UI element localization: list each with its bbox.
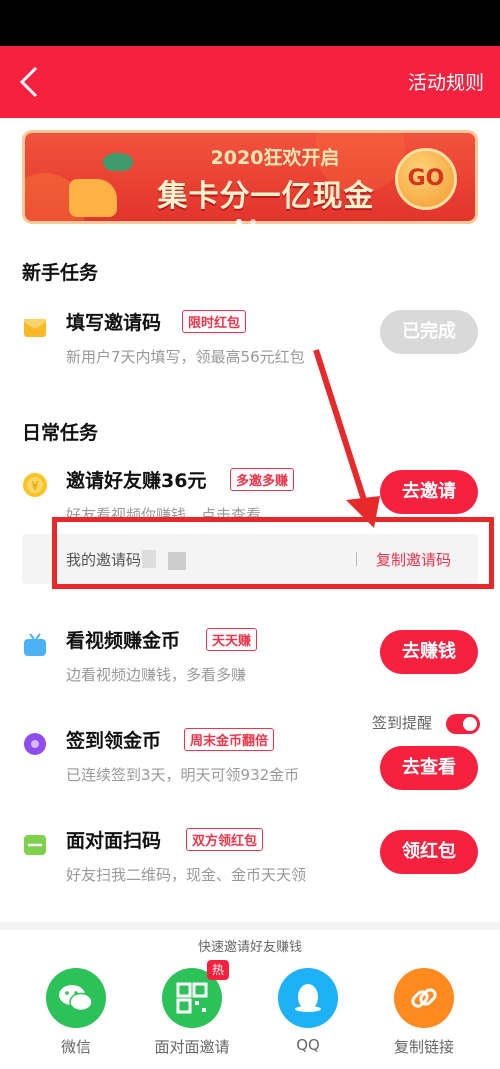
task-title: 面对面扫码 [66,830,162,852]
tv-icon [22,632,48,658]
carousel-dots [236,210,264,229]
red-packet-button[interactable]: 领红包 [380,830,478,874]
link-icon [394,968,454,1028]
task-tag: 限时红包 [182,310,247,333]
back-button[interactable] [14,64,46,100]
invite-button[interactable]: 去邀请 [380,470,478,514]
task-desc: 边看视频边赚钱，多看多赚 [66,666,247,684]
share-label: QQ [296,1036,320,1054]
task-desc: 已连续签到3天，明天可领932金币 [66,766,300,784]
banner-title: 集卡分一亿现金 [157,179,375,214]
mascot-icon [69,179,117,217]
view-button[interactable]: 去查看 [380,746,478,790]
share-label: 微信 [60,1038,91,1056]
coin-icon: ¥ [22,472,48,498]
share-wechat[interactable]: 微信 [21,968,131,1057]
wechat-icon [46,968,106,1028]
share-label: 复制链接 [393,1038,454,1056]
qq-icon [278,968,338,1028]
location-icon [22,732,48,758]
share-label: 面对面邀请 [154,1038,230,1056]
share-face-to-face[interactable]: 面对面邀请 [137,968,247,1057]
go-button[interactable]: GO [395,148,457,210]
task-desc: 好友扫我二维码，现金、金币天天领 [66,866,307,884]
envelope-icon [22,314,48,340]
task-title: 邀请好友赚36元 [66,470,207,492]
plant-icon [103,153,133,171]
highlight-box [52,517,494,589]
task-desc: 新用户7天内填写，领最高56元红包 [66,348,305,366]
chevron-left-icon [19,66,38,98]
hot-badge: 热 [207,960,229,980]
rules-link[interactable]: 活动规则 [408,68,484,95]
completed-button[interactable]: 已完成 [380,310,478,354]
header-bar: 活动规则 [0,46,500,118]
share-copy-link[interactable]: 复制链接 [369,968,479,1057]
task-tag: 周末金币翻倍 [184,728,275,751]
section-divider [0,922,500,930]
status-bar [0,0,500,46]
task-title: 看视频赚金币 [66,630,181,652]
svg-text:¥: ¥ [31,479,39,493]
share-qq[interactable]: QQ [253,968,363,1054]
earn-button[interactable]: 去赚钱 [380,630,478,674]
section-title-newbie: 新手任务 [22,262,99,284]
task-title: 签到领金币 [66,730,162,752]
task-title: 填写邀请码 [66,312,162,334]
task-tag: 双方领红包 [186,828,264,851]
banner-subtitle: 2020狂欢开启 [210,147,340,169]
task-tag: 天天赚 [206,628,258,651]
task-tag: 多邀多赚 [230,468,295,491]
section-title-daily: 日常任务 [22,422,99,444]
scan-icon [22,832,48,858]
share-title: 快速邀请好友赚钱 [197,940,302,955]
